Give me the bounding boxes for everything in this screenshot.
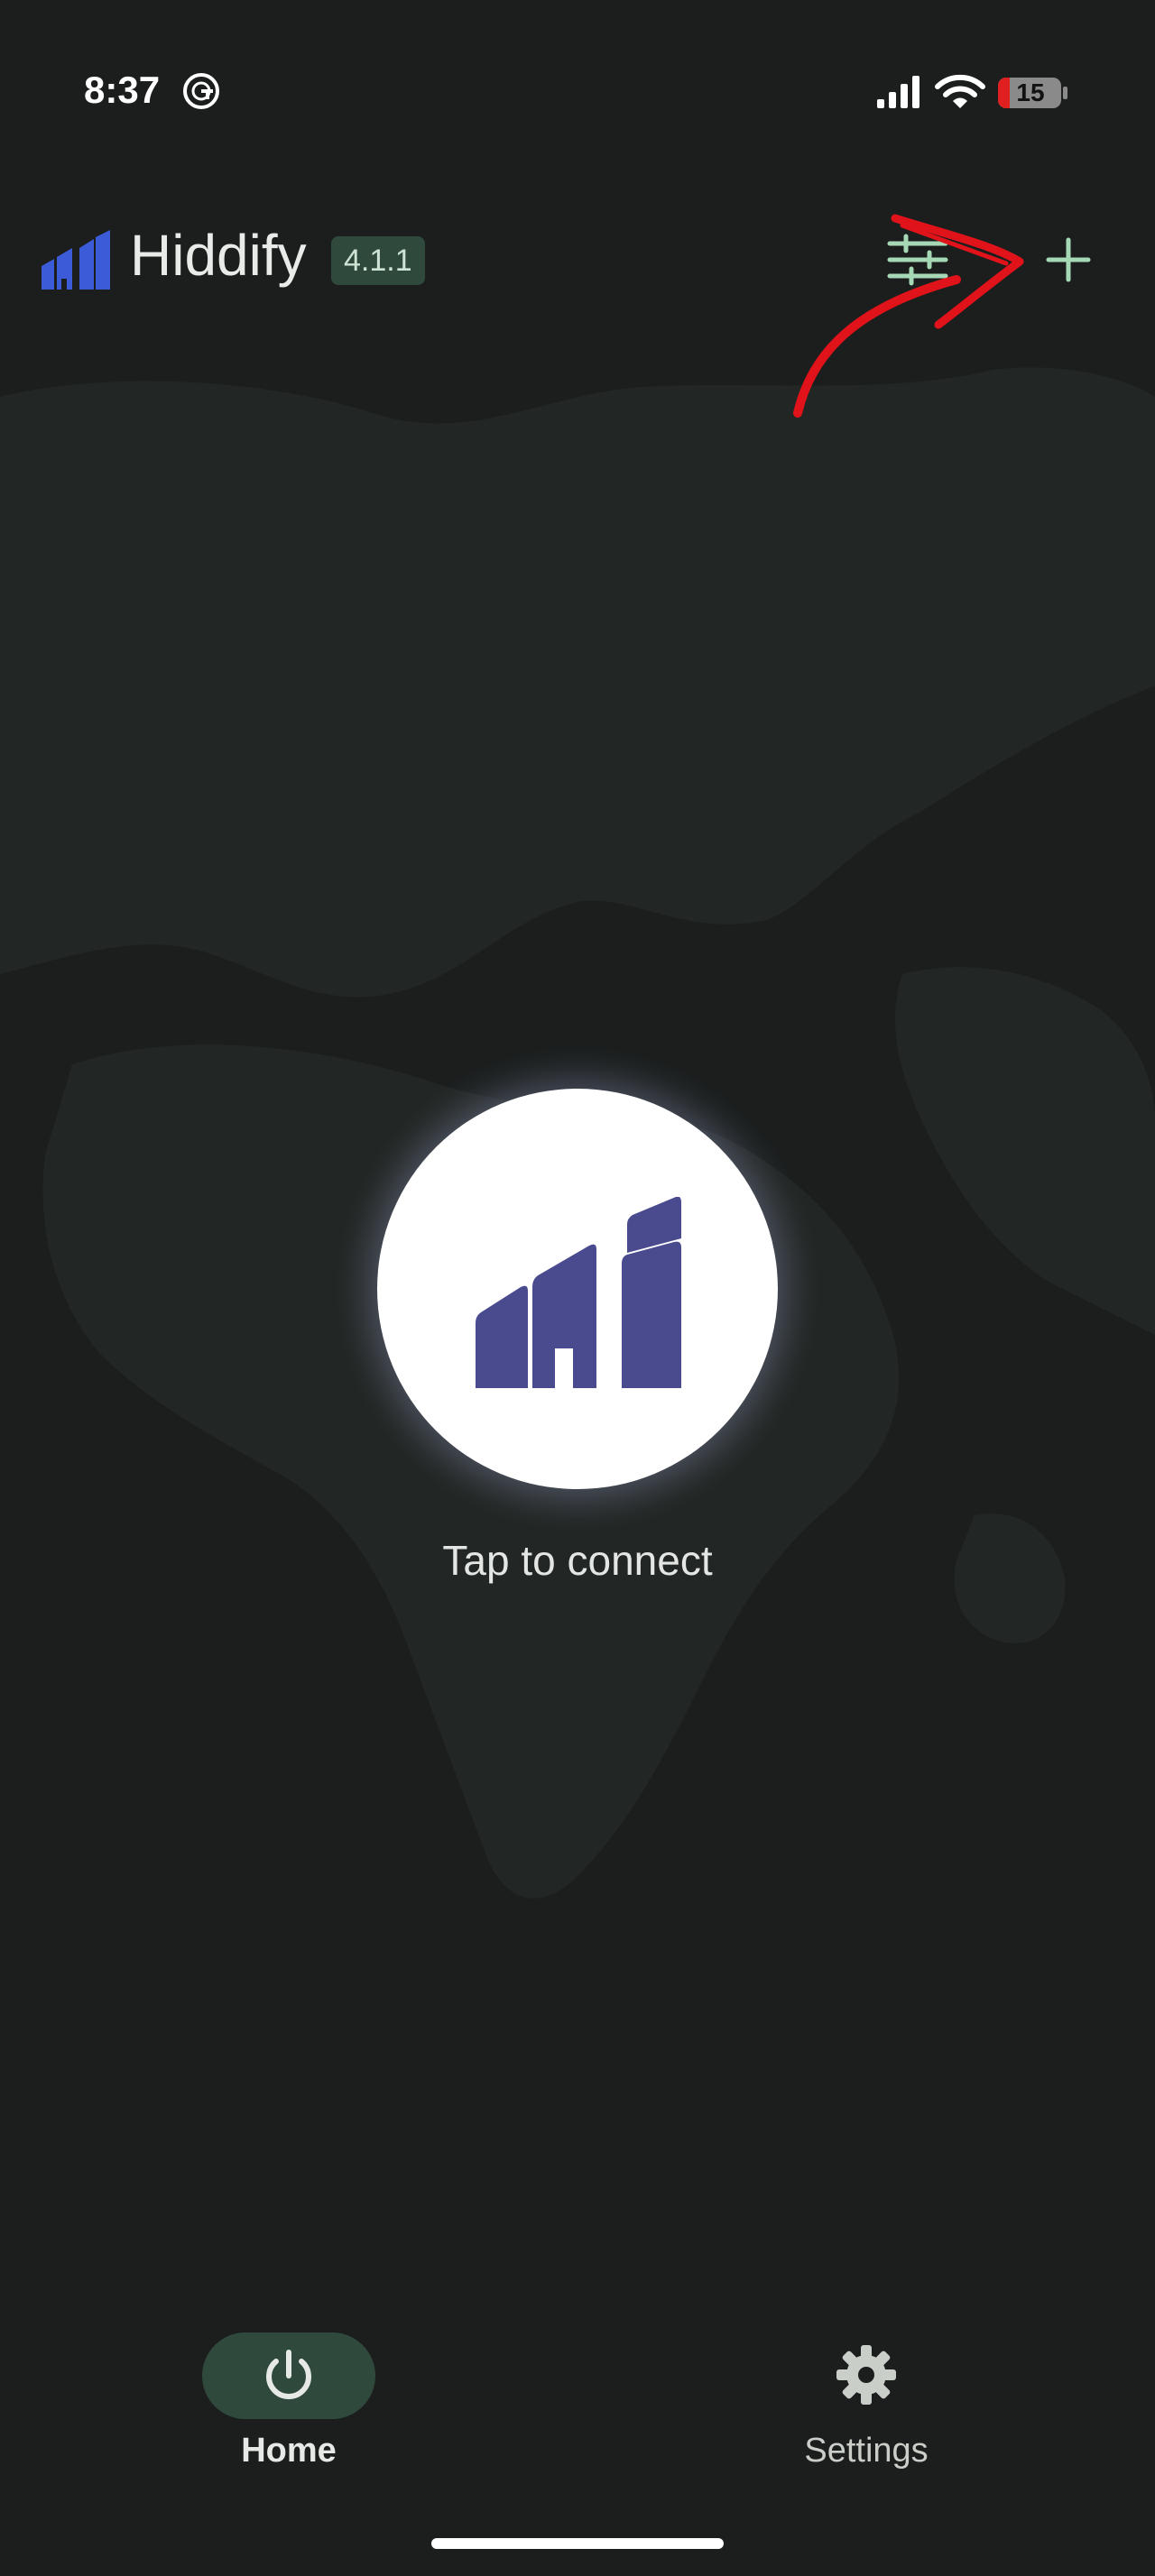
hiddify-logo-icon bbox=[476, 1197, 681, 1388]
wifi-icon bbox=[935, 74, 985, 108]
home-indicator[interactable] bbox=[431, 2538, 724, 2549]
nav-home-label[interactable]: Home bbox=[199, 2432, 379, 2470]
signal-icon bbox=[877, 76, 919, 108]
battery-level: 15 bbox=[1016, 78, 1045, 106]
connect-button[interactable] bbox=[377, 1089, 778, 1489]
gear-icon[interactable] bbox=[833, 2341, 900, 2408]
add-icon[interactable] bbox=[1041, 233, 1095, 287]
power-icon[interactable] bbox=[256, 2343, 321, 2408]
hiddify-logo-icon bbox=[42, 230, 110, 290]
version-badge: 4.1.1 bbox=[331, 236, 425, 285]
status-time: 8:37 bbox=[84, 69, 161, 111]
screen: 8:37 15 Hiddify 4.1.1 Tap to connect Hom… bbox=[0, 0, 1155, 2576]
app-title: Hiddify bbox=[130, 223, 307, 288]
nav-settings-label[interactable]: Settings bbox=[776, 2432, 956, 2470]
connect-status-label: Tap to connect bbox=[442, 1537, 713, 1584]
grammarly-icon bbox=[183, 73, 219, 109]
annotation-arrow-icon bbox=[793, 214, 1024, 418]
